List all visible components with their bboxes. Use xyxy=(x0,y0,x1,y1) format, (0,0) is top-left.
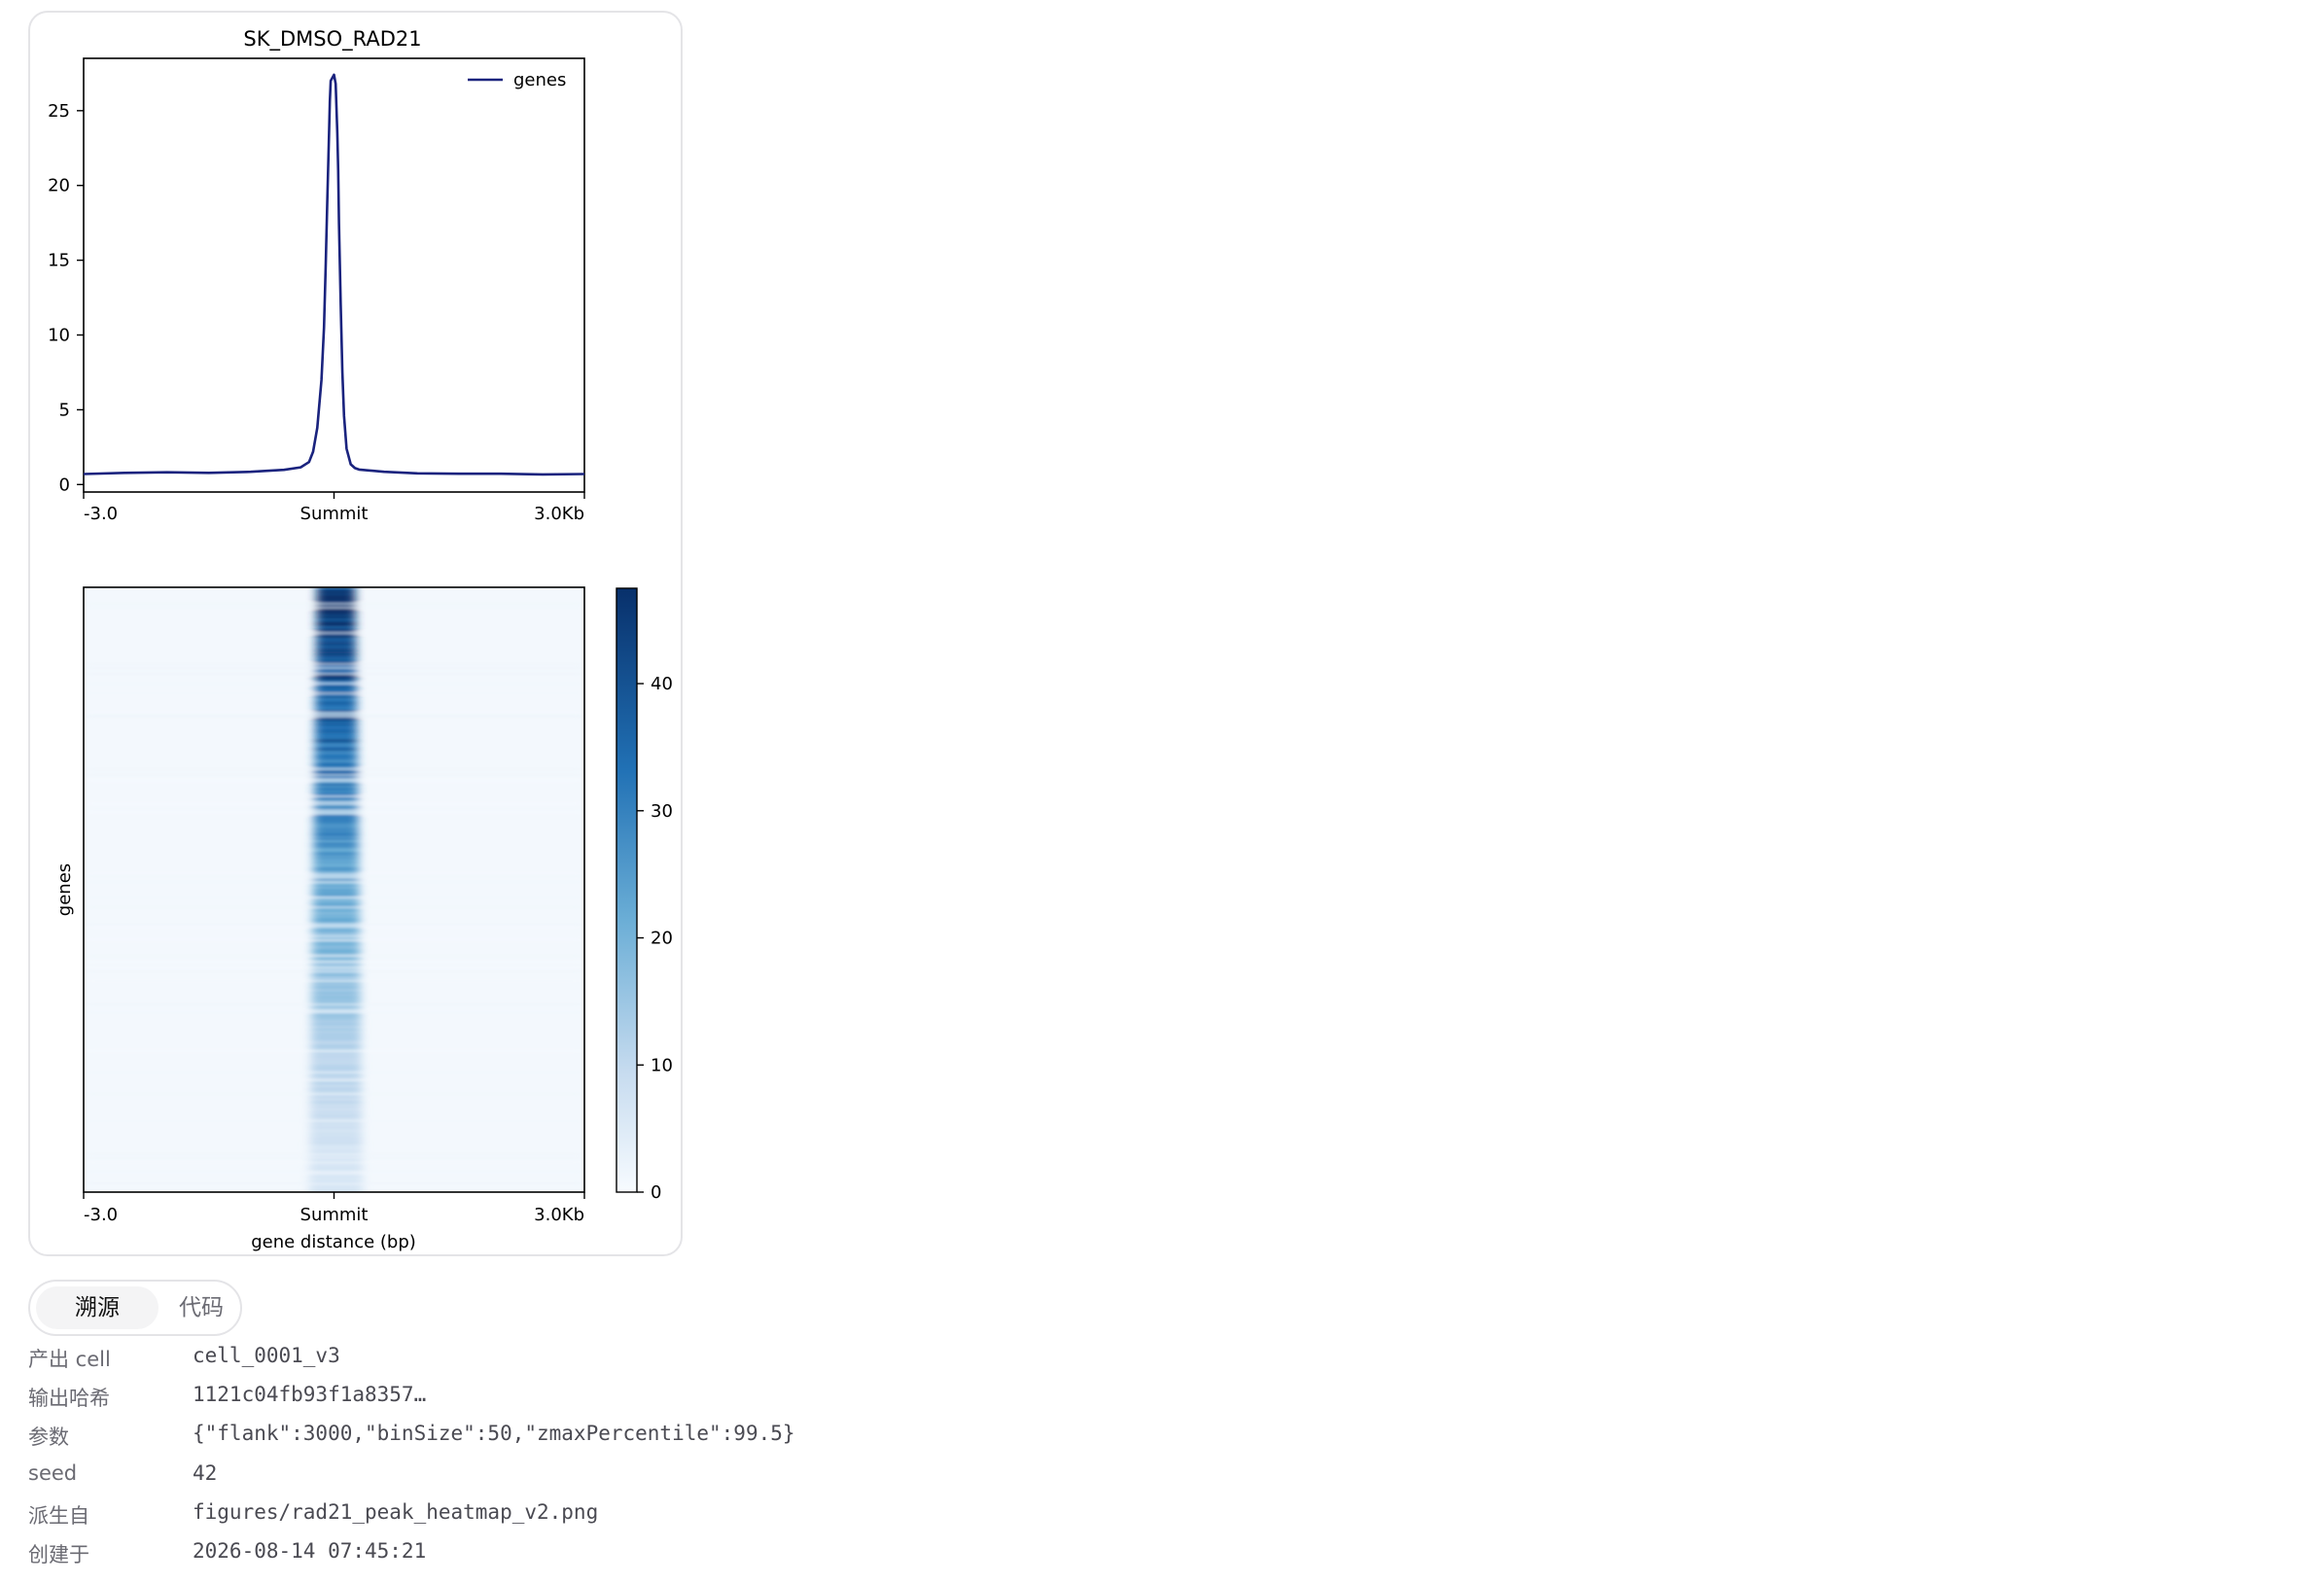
heatmap-plot: -3.0 Summit 3.0Kb genes gene distance (bp)… xyxy=(54,586,673,1252)
heatmap-background-row xyxy=(84,780,584,782)
heatmap-background-row xyxy=(84,1003,584,1005)
heatmap-background-row xyxy=(84,1050,584,1052)
heatmap-background-row xyxy=(84,714,584,716)
meta-value: 42 xyxy=(193,1461,218,1485)
meta-key: 参数 xyxy=(28,1425,69,1449)
heatmap-background-row xyxy=(84,924,584,926)
colorbar-tick-label: 0 xyxy=(651,1182,661,1203)
heatmap-x-tick-label: Summit xyxy=(300,1205,369,1225)
heatmap-background-row xyxy=(84,795,584,797)
profile-y-axis: 0 5 10 15 20 25 xyxy=(48,101,84,495)
heatmap-background-row xyxy=(84,667,584,669)
heatmap-background-row xyxy=(84,1079,584,1081)
view-tabs: 溯源 代码 xyxy=(28,1280,242,1336)
heatmap-background-row xyxy=(84,881,584,883)
heatmap-background-row xyxy=(84,1011,584,1013)
chart-title: SK_DMSO_RAD21 xyxy=(243,27,421,52)
heatmap-background-row xyxy=(84,1072,584,1073)
heatmap-background-row xyxy=(84,875,584,877)
meta-value: {"flank":3000,"binSize":50,"zmaxPercenti… xyxy=(193,1422,795,1445)
heatmap-background-row xyxy=(84,897,584,898)
profile-x-tick-label: -3.0 xyxy=(84,504,118,524)
heatmap-background-row xyxy=(84,1157,584,1159)
heatmap-background-row xyxy=(84,906,584,908)
meta-key: 输出哈希 xyxy=(28,1387,110,1410)
colorbar xyxy=(616,587,638,1193)
meta-key: 创建于 xyxy=(28,1543,89,1566)
meta-value: 2026-08-14 07:45:21 xyxy=(193,1539,427,1563)
profile-x-tick-label: Summit xyxy=(300,504,369,524)
profile-plot-frame xyxy=(83,57,585,493)
heatmap-background-row xyxy=(84,801,584,803)
heatmap-background-row xyxy=(84,955,584,957)
meta-value: 1121c04fb93f1a8357… xyxy=(193,1383,427,1406)
heatmap-background-row xyxy=(84,1153,584,1155)
profile-line-genes xyxy=(83,73,585,476)
heatmap-background-row xyxy=(84,1120,584,1122)
heatmap-background-row xyxy=(84,1009,584,1011)
heatmap-ylabel: genes xyxy=(54,863,75,916)
heatmap-background-row xyxy=(84,961,584,963)
heatmap-background-row xyxy=(84,716,584,718)
heatmap-background-row xyxy=(84,939,584,941)
heatmap-background-row xyxy=(84,632,584,634)
heatmap-background-row xyxy=(84,1182,584,1184)
heatmap-background-row xyxy=(84,1161,584,1163)
meta-key: 派生自 xyxy=(28,1504,89,1528)
heatmap-background-row xyxy=(84,980,584,982)
profile-legend: genes xyxy=(468,70,566,90)
tab-code[interactable]: 代码 xyxy=(162,1286,240,1329)
meta-key: seed xyxy=(28,1461,78,1485)
heatmap-background-row xyxy=(84,603,584,605)
heatmap-background-row xyxy=(84,813,584,815)
heatmap-xlabel: gene distance (bp) xyxy=(251,1232,416,1252)
colorbar-tick-label: 20 xyxy=(651,929,673,949)
meta-value: cell_0001_v3 xyxy=(193,1344,340,1367)
profile-y-tick-label: 10 xyxy=(48,326,70,346)
profile-y-tick-label: 0 xyxy=(59,475,70,495)
meta-value: figures/rad21_peak_heatmap_v2.png xyxy=(193,1500,599,1524)
heatmap-background-row xyxy=(84,663,584,665)
heatmap-background-row xyxy=(84,774,584,776)
profile-plot: 0 5 10 15 20 25 -3.0 Summit 3.0Kb genes xyxy=(48,57,585,524)
heatmap-background-row xyxy=(84,1173,584,1175)
colorbar-axis: 0 10 20 30 40 xyxy=(637,674,673,1203)
profile-y-tick-label: 25 xyxy=(48,101,70,122)
profile-y-tick-label: 15 xyxy=(48,251,70,271)
tab-provenance[interactable]: 溯源 xyxy=(36,1286,158,1329)
profile-y-tick-label: 5 xyxy=(59,400,70,420)
colorbar-tick-label: 10 xyxy=(651,1055,673,1075)
heatmap-background-row xyxy=(84,970,584,972)
colorbar-tick-label: 30 xyxy=(651,801,673,822)
heatmap-background-row xyxy=(84,873,584,875)
heatmap-background-row xyxy=(84,926,584,928)
legend-label-genes: genes xyxy=(513,70,566,90)
figure-svg: SK_DMSO_RAD21 0 5 10 15 20 25 -3.0 Summit 3.0Kb… xyxy=(48,27,673,1252)
heatmap-background-row xyxy=(84,607,584,609)
heatmap-x-tick-label: 3.0Kb xyxy=(534,1205,584,1225)
heatmap-background-row xyxy=(84,712,584,714)
profile-x-axis: -3.0 Summit 3.0Kb xyxy=(83,492,585,524)
profile-x-tick-label: 3.0Kb xyxy=(534,504,584,524)
heatmap-background-row xyxy=(84,809,584,811)
heatmap-background-row xyxy=(84,1093,584,1095)
colorbar-tick-label: 40 xyxy=(651,674,673,694)
heatmap-background-row xyxy=(84,803,584,805)
heatmap-background-row xyxy=(84,967,584,968)
heatmap-background-row xyxy=(84,811,584,813)
heatmap-background-row xyxy=(84,673,584,675)
heatmap-background-row xyxy=(84,683,584,685)
heatmap-background-row xyxy=(84,692,584,694)
heatmap-background-row xyxy=(84,935,584,937)
heatmap-x-tick-label: -3.0 xyxy=(84,1205,118,1225)
heatmap-background-row xyxy=(84,877,584,879)
profile-y-tick-label: 20 xyxy=(48,176,70,196)
heatmap-background-row xyxy=(84,778,584,780)
heatmap-background-row xyxy=(84,1171,584,1173)
heatmap-background-row xyxy=(84,768,584,770)
figure-card: SK_DMSO_RAD21 0 5 10 15 20 25 -3.0 Summit 3.0Kb… xyxy=(28,11,683,1256)
meta-key: 产出 cell xyxy=(28,1348,111,1371)
heatmap-x-axis: -3.0 Summit 3.0Kb xyxy=(83,1192,585,1225)
